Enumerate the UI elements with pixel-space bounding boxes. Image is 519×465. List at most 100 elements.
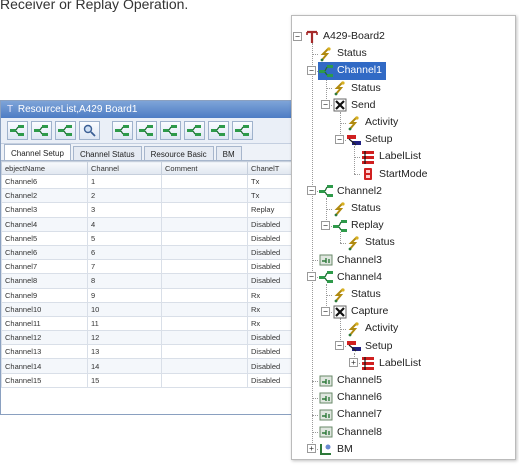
table-cell	[161, 173, 248, 190]
channel-icon	[187, 125, 201, 136]
collapse-toggle[interactable]: −	[307, 186, 316, 196]
tree-node-status[interactable]: Status	[346, 234, 399, 251]
toolbar-channel-button[interactable]	[7, 121, 28, 140]
table-row[interactable]: Channel13 13 Disabled	[1, 344, 328, 360]
table-cell: 6	[87, 244, 162, 261]
toolbar-channel-button[interactable]	[55, 121, 76, 140]
collapse-toggle[interactable]: −	[335, 341, 344, 351]
table-row[interactable]: Channel7 7 Disabled	[1, 259, 328, 275]
tree-node-replay[interactable]: Replay	[332, 217, 388, 234]
table-cell: 8	[87, 273, 162, 289]
tree-node-label: Status	[351, 288, 381, 300]
tab-resource-basic[interactable]: Resource Basic	[143, 146, 214, 160]
toolbar-channel-button[interactable]	[160, 121, 181, 140]
toolbar-channel-button[interactable]	[232, 121, 253, 140]
table-row[interactable]: Channel2 2 Tx	[1, 188, 328, 204]
tab-bm[interactable]: BM	[215, 146, 242, 160]
channel-icon	[318, 183, 334, 199]
table-cell	[161, 330, 248, 346]
tree-node-channel1[interactable]: Channel1	[318, 62, 386, 80]
toolbar-channel-button[interactable]	[136, 121, 157, 140]
toolbar	[1, 118, 329, 144]
table-row[interactable]: Channel4 4 Disabled	[1, 216, 328, 232]
collapse-toggle[interactable]: −	[321, 220, 330, 230]
channel-icon	[235, 125, 249, 136]
tree-node-activity[interactable]: Activity	[346, 114, 402, 131]
table-cell: Channel3	[1, 202, 88, 218]
tree-node-labellist[interactable]: LabelList	[360, 355, 425, 372]
tab-bar: Channel Setup Channel Status Resource Ba…	[1, 144, 329, 161]
expand-toggle[interactable]: +	[349, 358, 358, 368]
collapse-toggle[interactable]: −	[307, 272, 316, 282]
tree-node-bm[interactable]: BM	[318, 441, 357, 458]
search-icon	[83, 124, 96, 137]
toolbar-search-button[interactable]	[79, 121, 100, 140]
tab-channel-setup[interactable]: Channel Setup	[4, 144, 71, 160]
column-header[interactable]: ebjectName	[1, 161, 88, 175]
table-row[interactable]: Channel3 3 Replay	[1, 202, 328, 218]
table-row[interactable]: Channel11 11 Rx	[1, 315, 328, 332]
expand-toggle[interactable]: +	[307, 444, 316, 454]
status-icon	[346, 115, 362, 131]
channel-icon	[115, 125, 129, 136]
tree-node-channel3[interactable]: Channel3	[318, 252, 386, 269]
table-cell	[161, 287, 248, 303]
table-cell	[161, 202, 248, 218]
tree-node-label: Channel2	[337, 184, 382, 197]
toolbar-channel-button[interactable]	[112, 121, 133, 140]
toolbar-channel-button[interactable]	[184, 121, 205, 140]
toolbar-channel-button[interactable]	[208, 121, 229, 140]
tree-node-label: Setup	[365, 133, 393, 146]
table-row[interactable]: Channel10 10 Rx	[1, 301, 328, 317]
tree-node-activity[interactable]: Activity	[346, 320, 402, 337]
tree-node-capture[interactable]: Capture	[332, 303, 392, 320]
tree-node-label: Setup	[365, 339, 393, 352]
table-cell	[161, 216, 248, 232]
table-cell: Channel15	[1, 372, 88, 388]
tree-node-label: A429-Board2	[323, 30, 385, 42]
tree-node-setup[interactable]: Setup	[346, 131, 396, 148]
table-cell	[161, 372, 248, 388]
tree-node-labellist[interactable]: LabelList	[360, 148, 425, 165]
tree-node-channel2[interactable]: Channel2	[318, 183, 386, 200]
window-title-bar: Τ ResourceList,A429 Board1	[1, 101, 329, 118]
tree-node-a429-board2[interactable]: A429-Board2	[304, 28, 389, 45]
table-row[interactable]: Channel6 6 Disabled	[1, 244, 328, 261]
column-header[interactable]: Channel	[87, 161, 162, 175]
toolbar-channel-button[interactable]	[31, 121, 52, 140]
table-row[interactable]: Channel5 5 Disabled	[1, 230, 328, 246]
collapse-toggle[interactable]: −	[321, 100, 330, 110]
column-header[interactable]: Comment	[161, 161, 248, 175]
send-icon	[332, 304, 348, 320]
table-row[interactable]: Channel14 14 Disabled	[1, 358, 328, 374]
tree-node-channel5[interactable]: Channel5	[318, 372, 386, 389]
tree-node-channel7[interactable]: Channel7	[318, 406, 386, 423]
channel-icon	[163, 125, 177, 136]
table-cell: 1	[87, 173, 162, 190]
table-row[interactable]: Channel15 15 Disabled	[1, 372, 328, 388]
collapse-toggle[interactable]: −	[307, 66, 316, 75]
table-row[interactable]: Channel6 1 Tx	[1, 173, 328, 190]
table-cell	[161, 344, 248, 360]
collapse-toggle[interactable]: −	[335, 134, 344, 144]
tree-node-channel6[interactable]: Channel6	[318, 389, 386, 406]
table-row[interactable]: Channel8 8 Disabled	[1, 273, 328, 289]
table-cell: 10	[87, 301, 162, 317]
tree-node-startmode[interactable]: StartMode	[360, 166, 431, 183]
tree-node-status[interactable]: Status	[332, 80, 385, 97]
tree-node-status[interactable]: Status	[318, 45, 371, 62]
tab-channel-status[interactable]: Channel Status	[72, 146, 142, 160]
tree-node-channel4[interactable]: Channel4	[318, 269, 386, 286]
table-cell: Channel5	[1, 230, 88, 246]
table-cell	[161, 301, 248, 317]
collapse-toggle[interactable]: −	[293, 31, 302, 41]
table-row[interactable]: Channel9 9 Rx	[1, 287, 328, 303]
tree-node-send[interactable]: Send	[332, 97, 380, 114]
table-row[interactable]: Channel12 12 Disabled	[1, 330, 328, 346]
tree-node-status[interactable]: Status	[332, 200, 385, 217]
status-icon	[318, 46, 334, 62]
collapse-toggle[interactable]: −	[321, 306, 330, 316]
tree-node-setup[interactable]: Setup	[346, 338, 396, 355]
tree-node-channel8[interactable]: Channel8	[318, 424, 386, 441]
tree-node-status[interactable]: Status	[332, 286, 385, 303]
